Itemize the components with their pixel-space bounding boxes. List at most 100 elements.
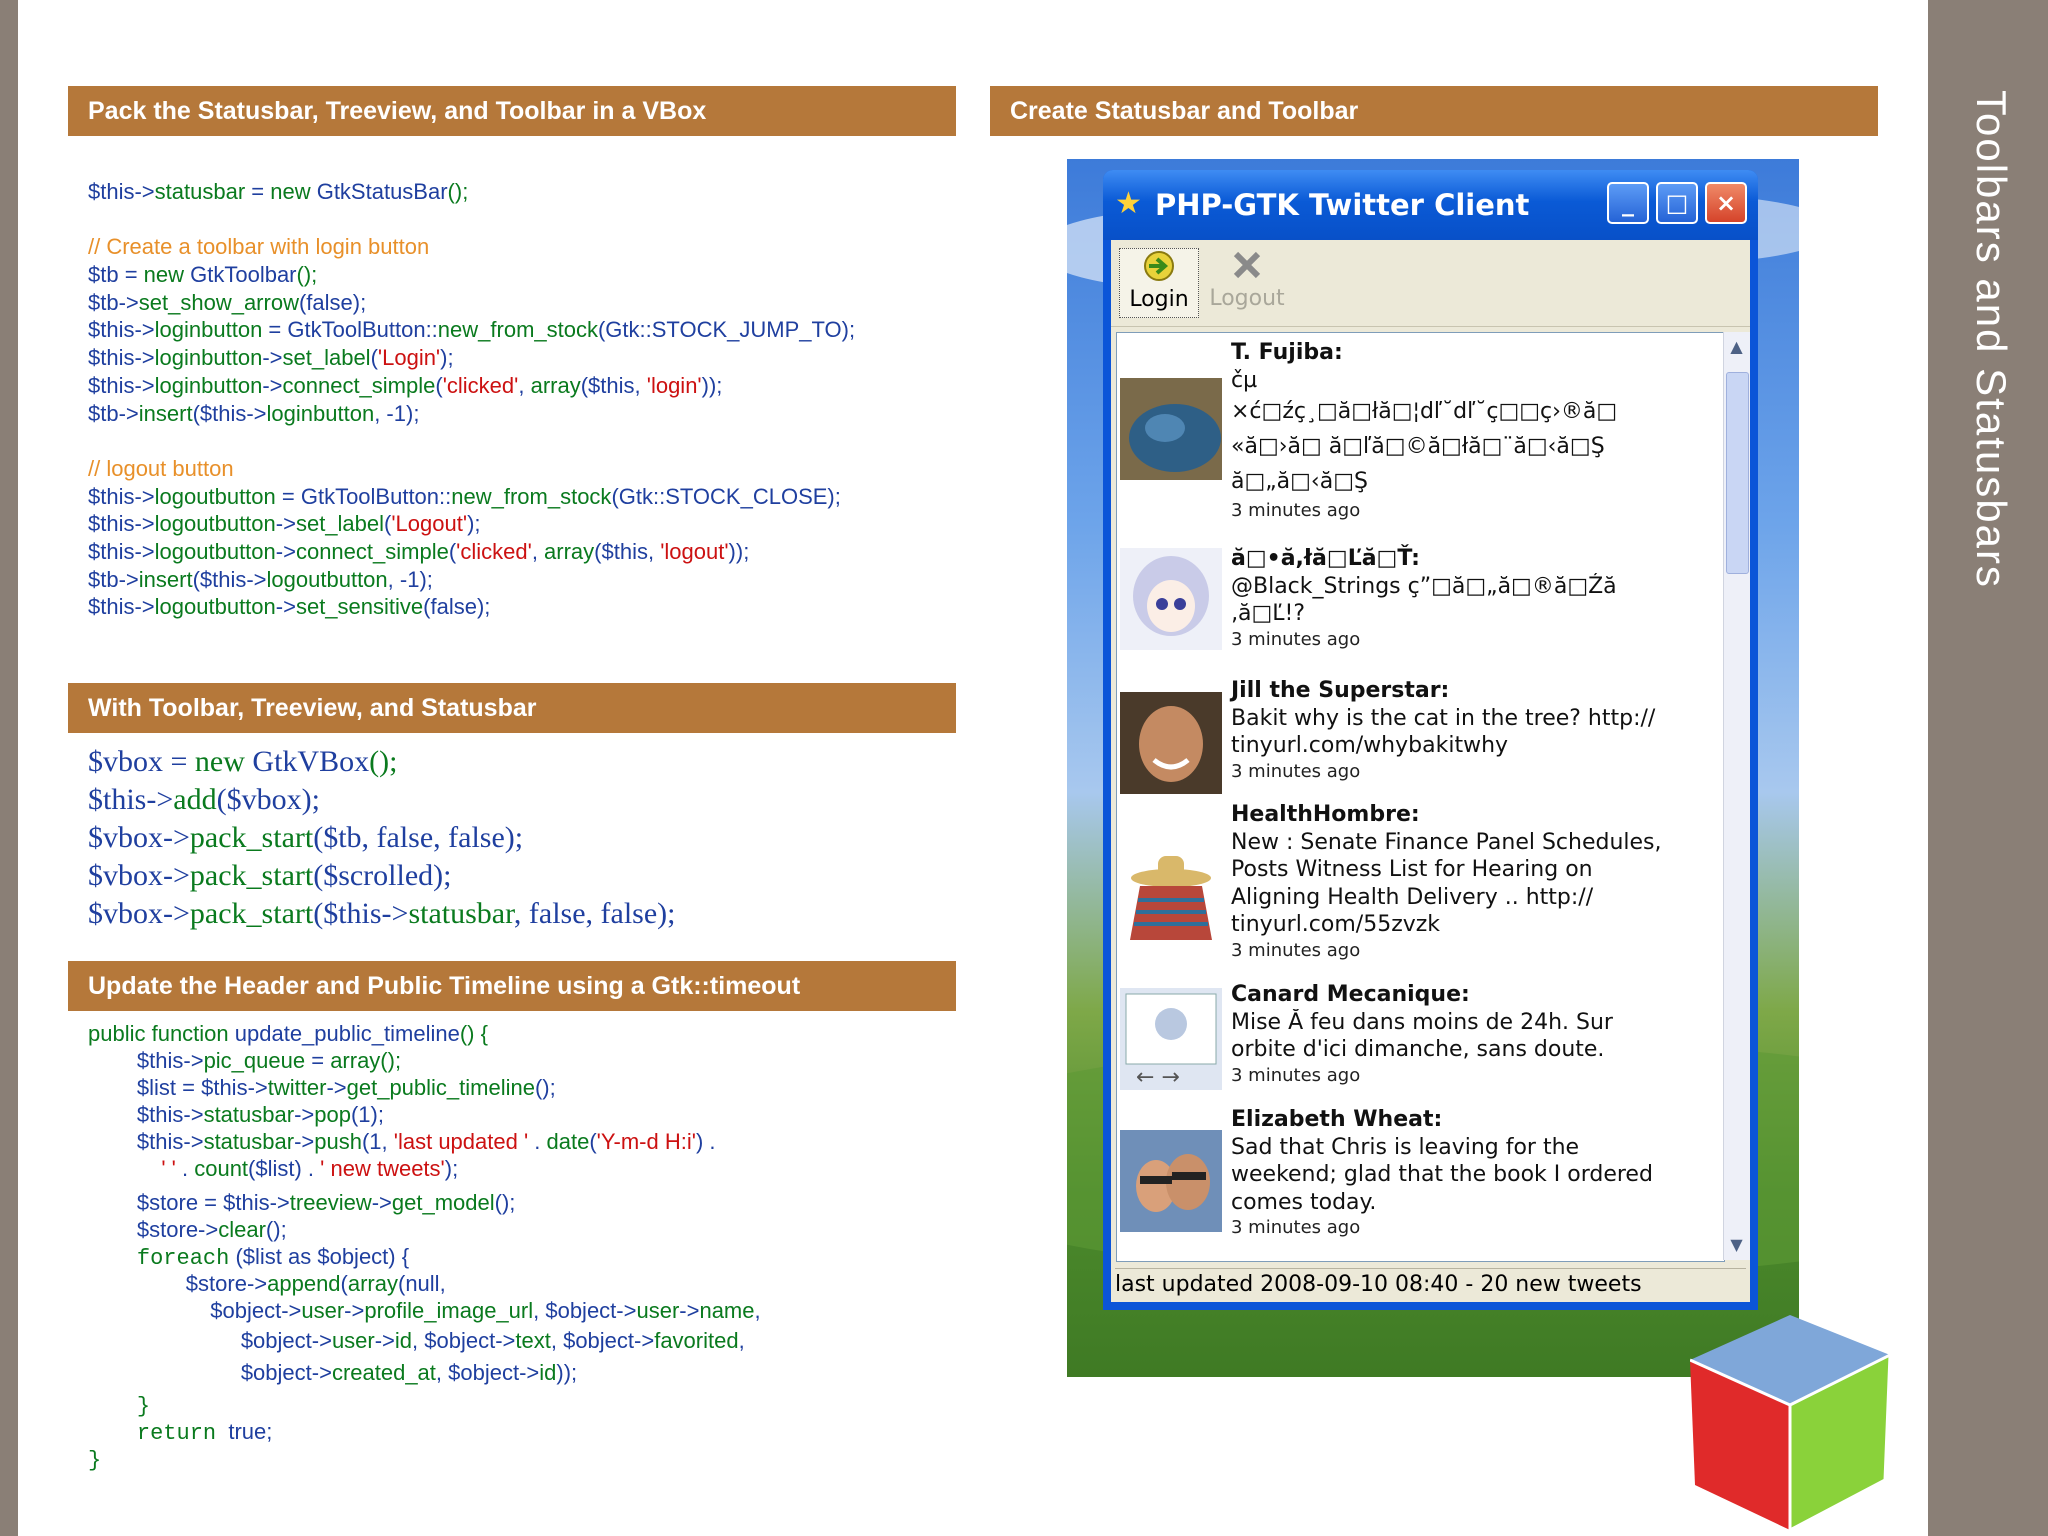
code-token: -> <box>326 1075 347 1100</box>
logout-button[interactable]: Logout <box>1207 248 1287 318</box>
code-token: array <box>347 1271 398 1296</box>
maximize-button[interactable]: □ <box>1656 182 1698 224</box>
tweet-content: Canard Mecanique: Mise Ă feu dans moins d… <box>1231 981 1721 1088</box>
tweet-text-line: tinyurl.com/55zvzk <box>1231 912 1441 937</box>
code-token: 'logout' <box>660 538 729 564</box>
code-block-vbox: $vbox = new GtkVBox(); $this->add($vbox);… <box>88 743 676 933</box>
code-token: public function <box>88 1021 235 1046</box>
code-token: $object-> <box>240 1328 332 1353</box>
code-line: $vbox->pack_start($scrolled); <box>88 857 676 895</box>
code-line: $this->loginbutton = GtkToolButton::new_… <box>88 316 855 344</box>
minimize-button[interactable]: _ <box>1607 182 1649 224</box>
code-token: (false); <box>423 594 491 620</box>
tweet-author: Jill the Superstar: <box>1231 678 1450 703</box>
toolbar: Login Logout <box>1111 240 1750 327</box>
jump-to-icon <box>1120 249 1198 287</box>
code-line: $tb = new GtkToolbar(); <box>88 261 855 289</box>
code-token: logoutbutton <box>266 566 388 592</box>
code-line: $tb->set_show_arrow(false); <box>88 289 855 317</box>
close-button[interactable]: × <box>1705 182 1747 224</box>
code-token: logoutbutton <box>154 483 276 509</box>
code-token: (); <box>447 179 469 204</box>
tweet-timestamp: 3 minutes ago <box>1231 628 1361 650</box>
code-token: -> <box>262 345 283 371</box>
code-token: , -1); <box>387 566 433 592</box>
code-token: . <box>175 1156 195 1181</box>
code-token: = GtkToolButton:: <box>262 317 438 343</box>
code-token: $this-> <box>88 511 155 537</box>
code-token: pack_start <box>189 859 314 892</box>
code-token: -> <box>275 594 296 620</box>
code-token: append <box>267 1271 341 1296</box>
code-token: } <box>88 1448 102 1473</box>
code-token: user <box>301 1298 345 1323</box>
code-token: ); <box>444 1156 459 1181</box>
code-line: $object->created_at, $object->id)); <box>88 1359 761 1391</box>
code-token: 'Y-m-d H:i' <box>596 1129 696 1154</box>
scroll-up-icon[interactable]: ▲ <box>1726 334 1747 360</box>
code-token: $store-> <box>136 1217 219 1242</box>
svg-text:← →: ← → <box>1136 1065 1180 1090</box>
code-token: $this-> <box>88 345 155 371</box>
code-token: = <box>305 1048 331 1073</box>
login-button[interactable]: Login <box>1119 248 1199 318</box>
code-token: ($scrolled); <box>313 859 452 892</box>
avatar <box>1120 378 1222 485</box>
tweet-author: HealthHombre: <box>1231 802 1420 827</box>
code-token: $tb-> <box>88 566 139 592</box>
code-token: $list = $this-> <box>136 1075 268 1100</box>
code-token: 'clicked' <box>456 538 532 564</box>
code-token: $tb = <box>88 262 144 288</box>
code-token: $store = $this-> <box>136 1190 290 1215</box>
tweet-content: Elizabeth Wheat: Sad that Chris is leavin… <box>1231 1106 1721 1240</box>
code-token: statusbar <box>408 897 514 930</box>
code-token: get_public_timeline <box>346 1075 535 1100</box>
code-token: $this-> <box>136 1102 204 1127</box>
code-token: twitter <box>267 1075 327 1100</box>
code-token: statusbar <box>154 179 246 204</box>
scroll-thumb[interactable] <box>1726 372 1749 574</box>
code-line: $this->logoutbutton->set_sensitive(false… <box>88 593 855 621</box>
code-token: new <box>143 262 185 288</box>
code-token: ($list) . <box>248 1156 321 1181</box>
code-token: created_at <box>331 1360 436 1385</box>
code-token: name <box>699 1298 755 1323</box>
window-titlebar[interactable]: ★ PHP-GTK Twitter Client _ □ × <box>1103 170 1758 240</box>
avatar <box>1120 842 1222 949</box>
code-token: GtkStatusBar <box>310 179 448 204</box>
tweet-author: Canard Mecanique: <box>1231 982 1470 1007</box>
code-token: loginbutton <box>154 345 263 371</box>
code-token: -> <box>262 372 283 398</box>
code-line: ' ' . count($list) . ' new tweets'); <box>88 1155 761 1189</box>
code-token: true; <box>216 1419 273 1444</box>
statusbar: last updated 2008-09-10 08:40 - 20 new t… <box>1115 1268 1746 1301</box>
code-token: -> <box>275 511 296 537</box>
tweet-content: ă□•ă,łă□Ľă□Ť: @Black_Strings ç”□ă□„ă□®ă□Ź… <box>1231 545 1721 652</box>
code-token: user <box>331 1328 375 1353</box>
code-token: ( <box>370 345 378 371</box>
code-token: $this-> <box>88 179 155 204</box>
code-token: (1, <box>361 1129 394 1154</box>
tweet-timestamp: 3 minutes ago <box>1231 500 1361 521</box>
code-token: date <box>546 1129 590 1154</box>
section-header-pack: Pack the Statusbar, Treeview, and Toolba… <box>68 86 956 136</box>
code-token: , <box>738 1328 745 1353</box>
scroll-down-icon[interactable]: ▼ <box>1726 1232 1747 1258</box>
vertical-scrollbar[interactable]: ▲ ▼ <box>1723 332 1750 1260</box>
code-line: $this->loginbutton->set_label('Login'); <box>88 344 855 372</box>
avatar <box>1120 692 1222 799</box>
code-line: // Create a toolbar with login button <box>88 233 855 261</box>
code-token: )); <box>556 1360 578 1385</box>
code-token: treeview <box>289 1190 372 1215</box>
code-token: 'last updated ' <box>393 1129 529 1154</box>
code-token: ($this, <box>580 372 647 398</box>
tweet-text-line: Mise Ă feu dans moins de 24h. Sur <box>1231 1009 1613 1035</box>
code-line: $this->statusbar->push(1, 'last updated … <box>88 1128 761 1155</box>
tweet-treeview[interactable]: T. Fujiba: čµ ×ć□źç¸□ă□łă□¦dľ˘dľ˘ç□□ç›®ă□ «… <box>1116 332 1725 1262</box>
code-token: = <box>245 179 271 204</box>
code-token: -> <box>294 1129 315 1154</box>
code-token: user <box>636 1298 680 1323</box>
code-line: } <box>88 1445 761 1473</box>
